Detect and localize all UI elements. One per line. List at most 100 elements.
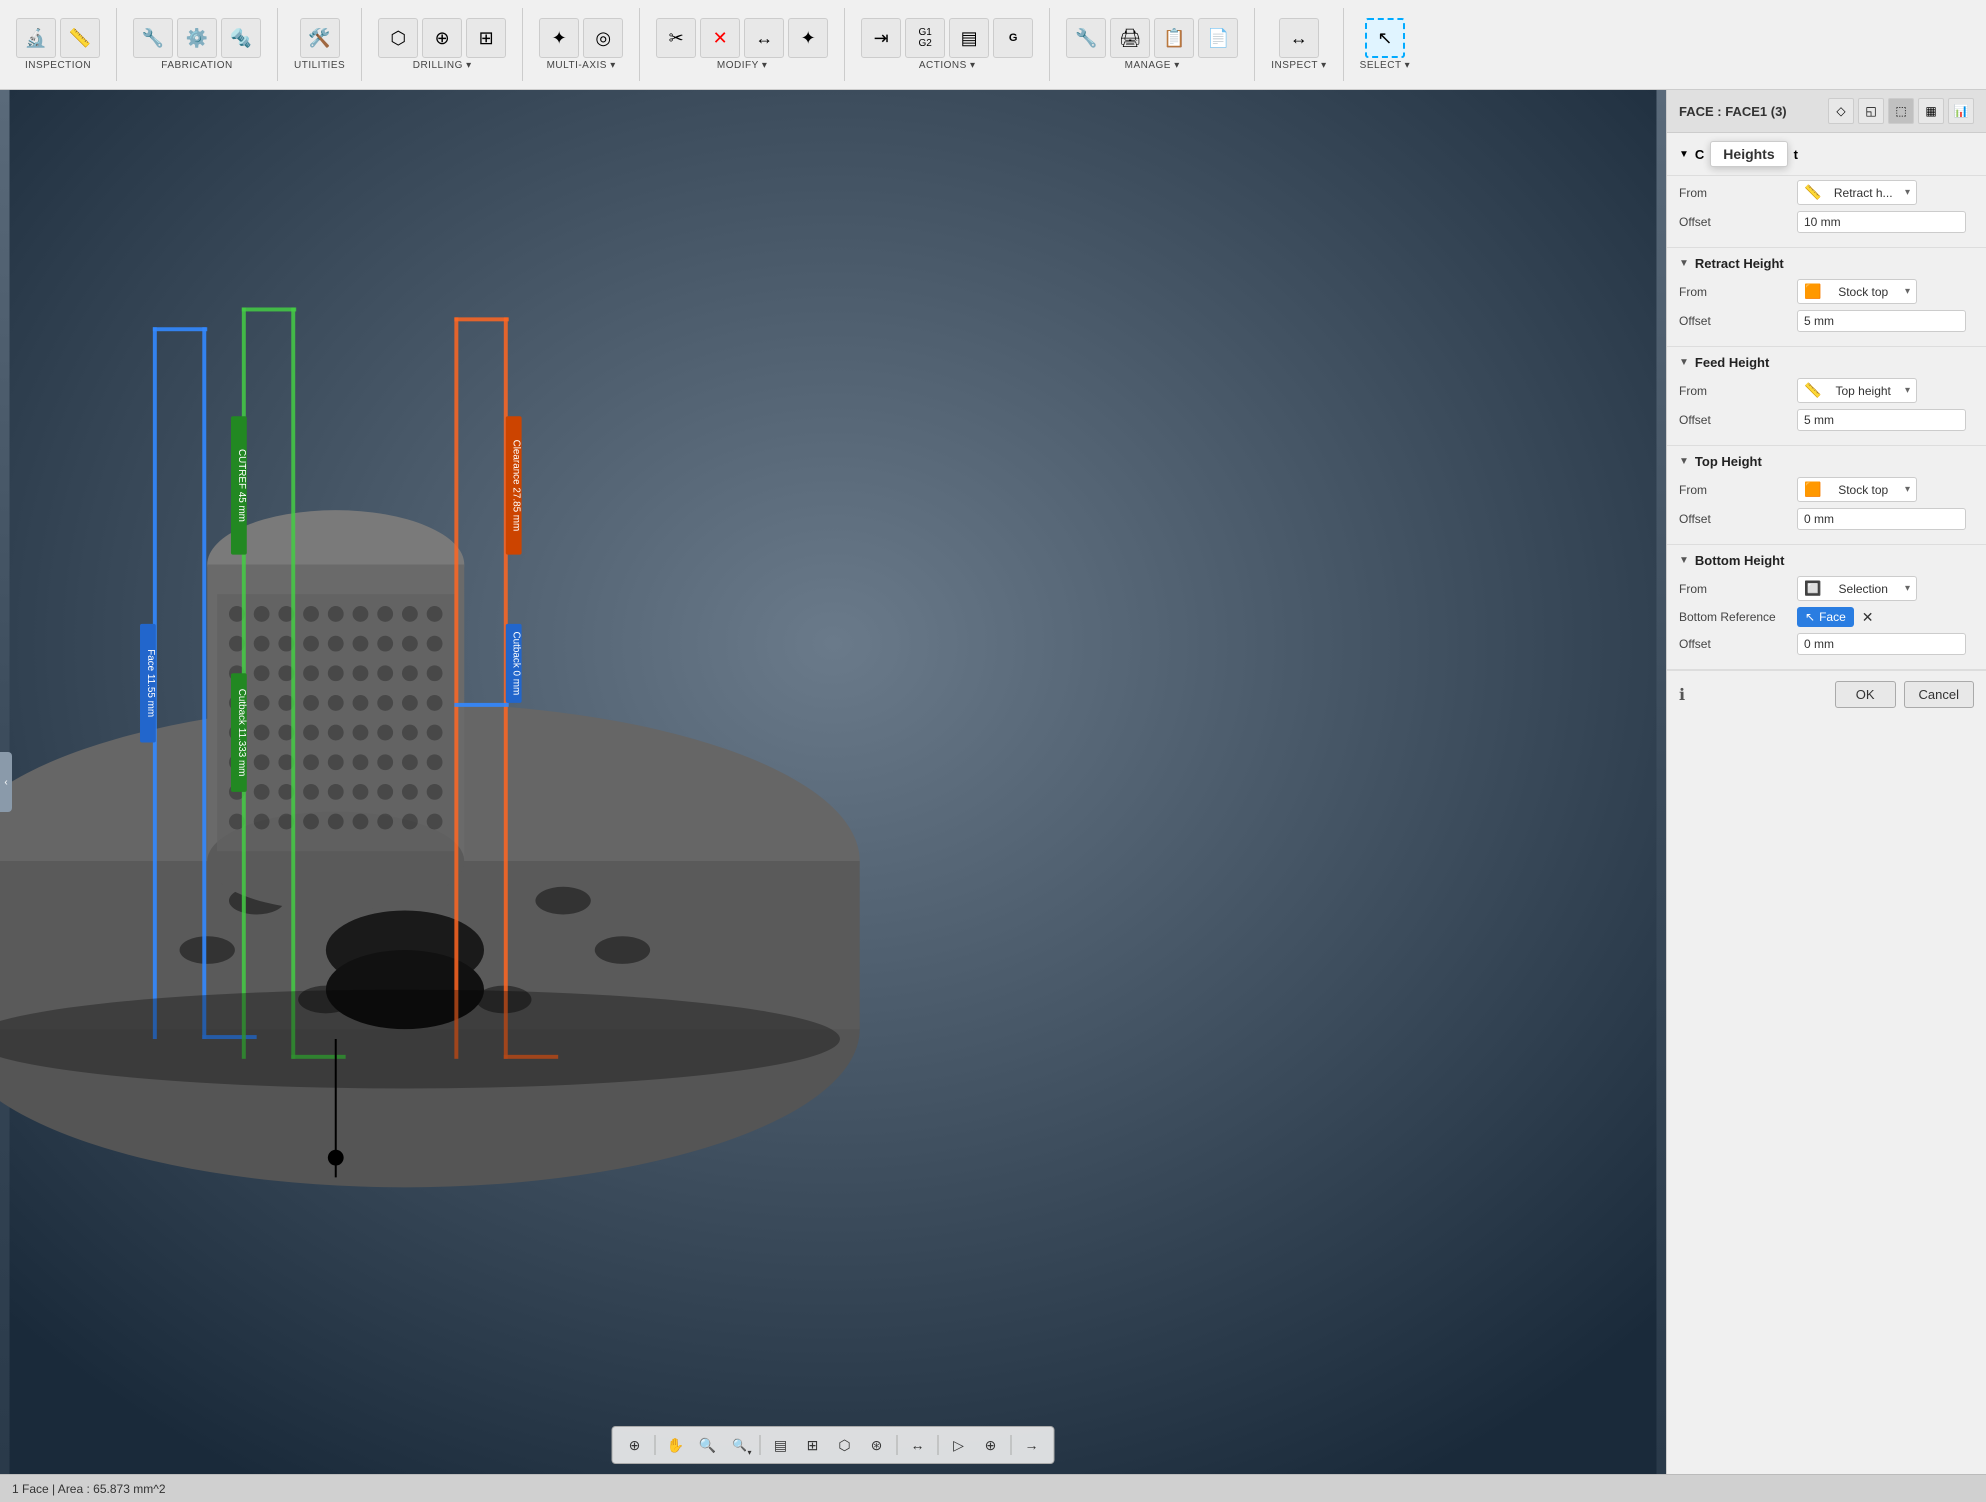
fab-icon-3[interactable]: 🔩 [221, 18, 261, 58]
drill-icon-3[interactable]: ⊞ [466, 18, 506, 58]
ok-button[interactable]: OK [1835, 681, 1896, 708]
bt-orbit-icon[interactable]: ⬡ [831, 1431, 859, 1459]
ph-shape-icon[interactable]: ◇ [1828, 98, 1854, 124]
toolbar-group-utilities: 🛠️ UTILITIES [286, 0, 353, 89]
bt-display-icon[interactable]: ▤ [767, 1431, 795, 1459]
manage-icon-4[interactable]: 📄 [1198, 18, 1238, 58]
ph-table-icon[interactable]: ▦ [1918, 98, 1944, 124]
inspection-icon-2[interactable]: 📏 [60, 18, 100, 58]
retract-from-value: 🟧 Stock top ▾ [1797, 279, 1974, 304]
bt-sim-icon[interactable]: ▷ [945, 1431, 973, 1459]
bottom-offset-label: Offset [1679, 637, 1789, 651]
bt-render-icon[interactable]: ⊛ [863, 1431, 891, 1459]
modify-icon-3[interactable]: ↔ [744, 18, 784, 58]
manage-icon-3[interactable]: 📋 [1154, 18, 1194, 58]
bt-settings-icon[interactable]: ⊕ [977, 1431, 1005, 1459]
top-dropdown-arrow: ▾ [1905, 484, 1910, 495]
feed-from-dropdown[interactable]: 📏 Top height ▾ [1797, 378, 1917, 403]
bottom-offset-input[interactable] [1797, 633, 1966, 655]
right-panel: FACE : FACE1 (3) ◇ ◱ ⬚ ▦ 📊 ▼ C Heights t… [1666, 90, 1986, 1474]
bt-zoom2-icon[interactable]: 🔍▾ [726, 1431, 754, 1459]
top-from-dropdown[interactable]: 🟧 Stock top ▾ [1797, 477, 1917, 502]
retract-from-dropdown[interactable]: 🟧 Stock top ▾ [1797, 279, 1917, 304]
heights-tooltip-container: Heights [1710, 141, 1787, 167]
retract-from-label: From [1679, 285, 1789, 299]
actions-icon-2[interactable]: G1G2 [905, 18, 945, 58]
bottom-face-close-button[interactable]: ✕ [1858, 609, 1878, 626]
bottom-offset-value [1797, 633, 1974, 655]
info-icon: ℹ [1679, 685, 1685, 705]
multiaxis-icon-2[interactable]: ◎ [583, 18, 623, 58]
modify-icon-4[interactable]: ✦ [788, 18, 828, 58]
bottom-from-value: 🔲 Selection ▾ [1797, 576, 1974, 601]
retract-height-header[interactable]: ▼ Retract Height [1679, 256, 1974, 271]
bt-sep2 [760, 1435, 761, 1455]
left-collapse-tab[interactable]: ‹ [0, 752, 12, 812]
clearance-from-label: From [1679, 186, 1789, 200]
inspect-icon-1[interactable]: ↔ [1279, 18, 1319, 58]
feed-height-header[interactable]: ▼ Feed Height [1679, 355, 1974, 370]
feed-top-icon: 📏 [1804, 382, 1821, 399]
multiaxis-icon-1[interactable]: ✦ [539, 18, 579, 58]
feed-from-text: Top height [1836, 384, 1891, 398]
util-icon-1[interactable]: 🛠️ [300, 18, 340, 58]
top-height-header[interactable]: ▼ Top Height [1679, 454, 1974, 469]
clearance-from-dropdown[interactable]: 📏 Retract h... ▾ [1797, 180, 1917, 205]
clearance-section-header[interactable]: ▼ C Heights t [1667, 133, 1986, 176]
top-from-value: 🟧 Stock top ▾ [1797, 477, 1974, 502]
status-bar: 1 Face | Area : 65.873 mm^2 [0, 1474, 1986, 1502]
feed-arrow: ▼ [1679, 357, 1689, 368]
inspection-icon-1[interactable]: 🔬 [16, 18, 56, 58]
panel-header: FACE : FACE1 (3) ◇ ◱ ⬚ ▦ 📊 [1667, 90, 1986, 133]
bt-arrow-icon[interactable]: → [1018, 1431, 1046, 1459]
top-offset-input[interactable] [1797, 508, 1966, 530]
actions-icon-4[interactable]: G [993, 18, 1033, 58]
cancel-button[interactable]: Cancel [1904, 681, 1974, 708]
bt-grid-icon[interactable]: ⊞ [799, 1431, 827, 1459]
toolbar-group-drilling: ⬡ ⊕ ⊞ DRILLING ▾ [370, 0, 514, 89]
viewport-3d[interactable]: Face 11.55 mm CUTREF 45 mm Cutback 11.33… [0, 90, 1666, 1474]
multiaxis-label: MULTI-AXIS ▾ [547, 60, 616, 71]
sep3 [361, 8, 362, 81]
bottom-from-dropdown[interactable]: 🔲 Selection ▾ [1797, 576, 1917, 601]
toolbar-group-actions: ⇥ G1G2 ▤ G ACTIONS ▾ [853, 0, 1041, 89]
toolbar-group-modify: ✂ ✕ ↔ ✦ MODIFY ▾ [648, 0, 836, 89]
top-height-section: ▼ Top Height From 🟧 Stock top ▾ Offset [1667, 446, 1986, 545]
retract-offset-input[interactable] [1797, 310, 1966, 332]
feed-offset-input[interactable] [1797, 409, 1966, 431]
svg-text:Face 11.55 mm: Face 11.55 mm [145, 649, 156, 717]
clearance-offset-input[interactable] [1797, 211, 1966, 233]
bottom-height-header[interactable]: ▼ Bottom Height [1679, 553, 1974, 568]
sep8 [1254, 8, 1255, 81]
ph-shape2-icon[interactable]: ◱ [1858, 98, 1884, 124]
inspect-label: INSPECT ▾ [1271, 60, 1326, 71]
bottom-face-button[interactable]: ↖ Face [1797, 607, 1854, 627]
bt-pan-icon[interactable]: ✋ [662, 1431, 690, 1459]
bt-zoom-icon[interactable]: 🔍 [694, 1431, 722, 1459]
modify-icon-2[interactable]: ✕ [700, 18, 740, 58]
toolbar-group-manage: 🔧 🖨 📋 📄 MANAGE ▾ [1058, 0, 1246, 89]
fab-icon-2[interactable]: ⚙️ [177, 18, 217, 58]
drill-icon-2[interactable]: ⊕ [422, 18, 462, 58]
drill-icon-1[interactable]: ⬡ [378, 18, 418, 58]
manage-icon-1[interactable]: 🔧 [1066, 18, 1106, 58]
retract-title: Retract Height [1695, 256, 1784, 271]
actions-icon-3[interactable]: ▤ [949, 18, 989, 58]
face-cursor-icon: ↖ [1805, 610, 1815, 624]
clearance-c-label: C [1695, 147, 1704, 162]
clearance-from-text: Retract h... [1834, 186, 1893, 200]
bt-origin-icon[interactable]: ⊕ [621, 1431, 649, 1459]
fabrication-label: FABRICATION [161, 60, 232, 71]
manage-icon-2[interactable]: 🖨 [1110, 18, 1150, 58]
actions-icon-1[interactable]: ⇥ [861, 18, 901, 58]
ph-cube-icon[interactable]: ⬚ [1888, 98, 1914, 124]
modify-icon-1[interactable]: ✂ [656, 18, 696, 58]
panel-footer: ℹ OK Cancel [1667, 670, 1986, 718]
ph-chart-icon[interactable]: 📊 [1948, 98, 1974, 124]
clearance-dropdown-arrow: ▾ [1905, 187, 1910, 198]
bottom-from-text: Selection [1839, 582, 1888, 596]
select-icon-1[interactable]: ↖ [1365, 18, 1405, 58]
fab-icon-1[interactable]: 🔧 [133, 18, 173, 58]
sep5 [639, 8, 640, 81]
bt-animate-icon[interactable]: ↔ [904, 1431, 932, 1459]
